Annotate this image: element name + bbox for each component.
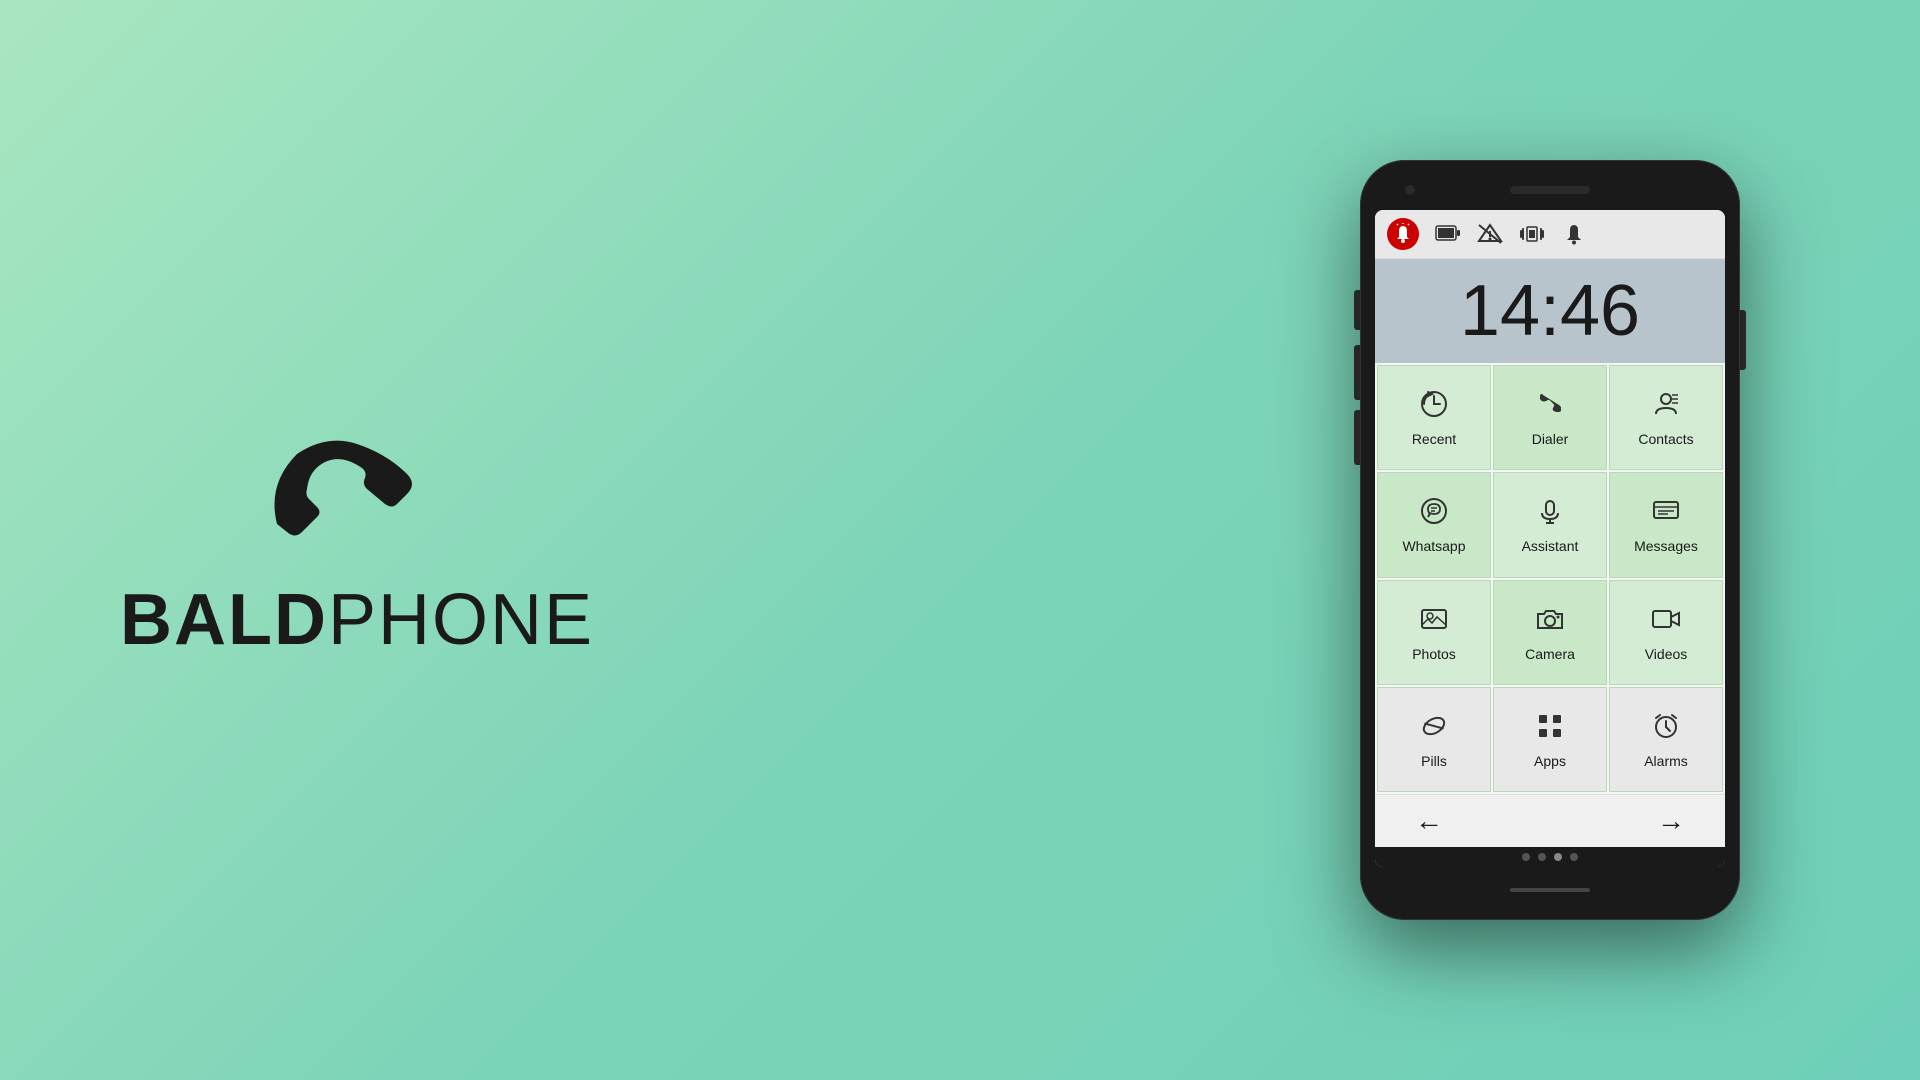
contacts-label: Contacts — [1638, 431, 1693, 447]
videos-label: Videos — [1645, 646, 1688, 662]
assistant-icon — [1534, 495, 1566, 532]
recent-icon — [1418, 388, 1450, 425]
apps-grid-icon — [1534, 710, 1566, 747]
page-dot-3 — [1554, 853, 1562, 861]
page-dot-1 — [1522, 853, 1530, 861]
no-signal-icon — [1477, 223, 1503, 245]
camera-button[interactable]: Camera — [1493, 580, 1607, 685]
clock-time: 14:46 — [1391, 275, 1709, 347]
phone-bottom-bar — [1375, 875, 1725, 905]
alarms-button[interactable]: Alarms — [1609, 687, 1723, 792]
forward-arrow[interactable]: → — [1657, 805, 1685, 837]
phone-top-bar — [1375, 175, 1725, 205]
page-dot-4 — [1570, 853, 1578, 861]
recent-label: Recent — [1412, 431, 1456, 447]
videos-icon — [1650, 603, 1682, 640]
photos-button[interactable]: Photos — [1377, 580, 1491, 685]
recent-button[interactable]: Recent — [1377, 365, 1491, 470]
whatsapp-button[interactable]: Whatsapp — [1377, 472, 1491, 577]
alarms-label: Alarms — [1644, 753, 1688, 769]
pills-button[interactable]: Pills — [1377, 687, 1491, 792]
home-indicator — [1510, 888, 1590, 892]
videos-button[interactable]: Videos — [1609, 580, 1723, 685]
pills-icon — [1418, 710, 1450, 747]
assistant-button[interactable]: Assistant — [1493, 472, 1607, 577]
whatsapp-icon — [1418, 495, 1450, 532]
messages-button[interactable]: Messages — [1609, 472, 1723, 577]
phone-logo-icon — [247, 419, 467, 559]
app-grid: Recent Dialer — [1375, 363, 1725, 794]
phone-body: 14:46 Recent — [1360, 160, 1740, 920]
camera-icon — [1534, 603, 1566, 640]
photos-label: Photos — [1412, 646, 1456, 662]
logo-section: BALDPHONE — [120, 419, 594, 661]
vibrate-icon — [1519, 223, 1545, 245]
camera-label: Camera — [1525, 646, 1575, 662]
app-logo-text: BALDPHONE — [120, 579, 594, 661]
phone-screen: 14:46 Recent — [1375, 210, 1725, 867]
navigation-bar: ← → — [1375, 794, 1725, 847]
contacts-button[interactable]: Contacts — [1609, 365, 1723, 470]
front-camera — [1405, 185, 1415, 195]
apps-button[interactable]: Apps — [1493, 687, 1607, 792]
sos-alert-icon — [1387, 218, 1419, 250]
notification-bell-icon — [1561, 223, 1587, 245]
photos-icon — [1418, 603, 1450, 640]
power-button — [1740, 310, 1746, 370]
dialer-icon — [1534, 388, 1566, 425]
assistant-label: Assistant — [1522, 538, 1579, 554]
page-dot-2 — [1538, 853, 1546, 861]
battery-icon — [1435, 223, 1461, 245]
back-arrow[interactable]: ← — [1415, 805, 1443, 837]
earpiece-speaker — [1510, 186, 1590, 194]
dialer-label: Dialer — [1532, 431, 1569, 447]
whatsapp-label: Whatsapp — [1402, 538, 1465, 554]
alarms-icon — [1650, 710, 1682, 747]
page-indicator — [1375, 847, 1725, 867]
dialer-button[interactable]: Dialer — [1493, 365, 1607, 470]
phone-mockup: 14:46 Recent — [1360, 160, 1740, 920]
pills-label: Pills — [1421, 753, 1447, 769]
contacts-icon — [1650, 388, 1682, 425]
messages-icon — [1650, 495, 1682, 532]
messages-label: Messages — [1634, 538, 1698, 554]
apps-label: Apps — [1534, 753, 1566, 769]
clock-display: 14:46 — [1375, 259, 1725, 363]
status-bar — [1375, 210, 1725, 259]
